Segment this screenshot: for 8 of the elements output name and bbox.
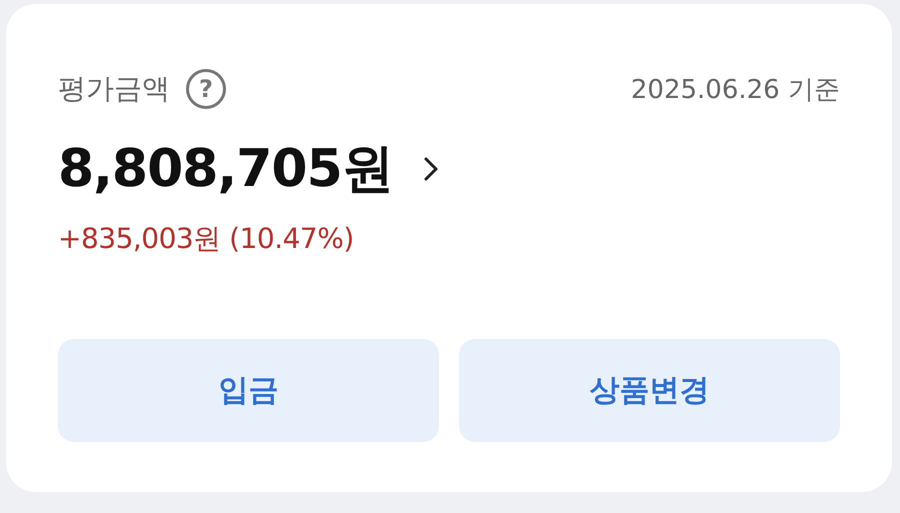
amount-value: 8,808,705원: [58, 138, 393, 201]
card-title: 평가금액: [58, 71, 170, 107]
action-button[interactable]: 입금: [58, 339, 439, 442]
change-value: +835,003원 (10.47%): [58, 221, 355, 257]
action-button[interactable]: 상품변경: [459, 339, 840, 442]
date-label: 2025.06.26 기준: [630, 74, 840, 106]
help-icon[interactable]: ?: [186, 69, 226, 109]
chevron-right-icon[interactable]: [422, 156, 439, 182]
